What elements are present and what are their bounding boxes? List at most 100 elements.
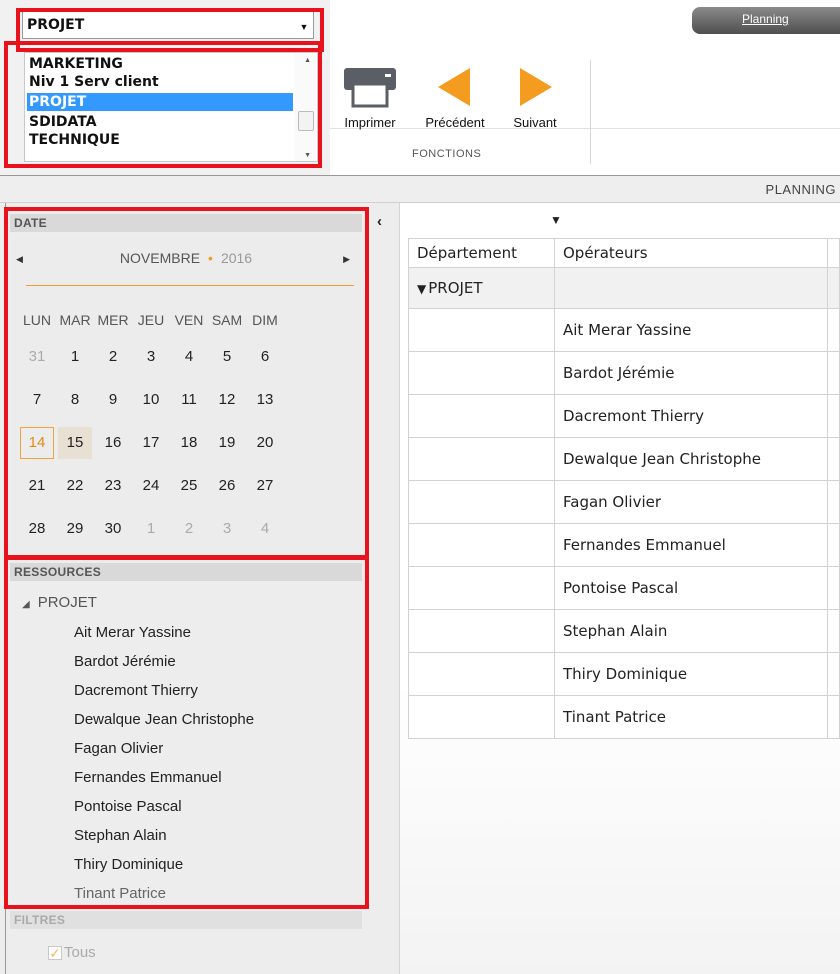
calendar-day[interactable]: 19 bbox=[210, 427, 244, 459]
sort-down-icon[interactable]: ▼ bbox=[550, 213, 562, 227]
grid-operator-cell[interactable]: Dacremont Thierry bbox=[554, 394, 828, 438]
calendar-day[interactable]: 30 bbox=[96, 513, 130, 545]
grid-operator-cell[interactable]: Fagan Olivier bbox=[554, 480, 828, 524]
grid-operator-cell[interactable]: Tinant Patrice bbox=[554, 695, 828, 739]
grid-operator-row[interactable]: Fernandes Emmanuel bbox=[408, 523, 840, 567]
calendar-day[interactable]: 3 bbox=[210, 513, 244, 545]
scrollbar-thumb[interactable] bbox=[298, 111, 314, 131]
calendar-day[interactable]: 1 bbox=[134, 513, 168, 545]
calendar-day[interactable]: 5 bbox=[210, 341, 244, 373]
grid-operator-cell[interactable]: Fernandes Emmanuel bbox=[554, 523, 828, 567]
calendar-day[interactable]: 24 bbox=[134, 470, 168, 502]
calendar-day[interactable]: 18 bbox=[172, 427, 206, 459]
calendar-day[interactable]: 7 bbox=[20, 384, 54, 416]
scroll-down-icon[interactable]: ▼ bbox=[304, 152, 311, 159]
next-button[interactable]: Suivant bbox=[502, 66, 568, 130]
calendar-divider bbox=[26, 285, 354, 286]
calendar-day[interactable]: 10 bbox=[134, 384, 168, 416]
resource-item[interactable]: Stephan Alain bbox=[74, 827, 167, 844]
next-month-icon[interactable]: ▶ bbox=[343, 254, 350, 265]
calendar-day[interactable]: 11 bbox=[172, 384, 206, 416]
department-option[interactable]: TECHNIQUE bbox=[27, 131, 293, 149]
grid-group-cell[interactable]: ▼ PROJET bbox=[408, 267, 555, 309]
grid-operator-cell[interactable]: Dewalque Jean Christophe bbox=[554, 437, 828, 481]
grid-operator-row[interactable]: Thiry Dominique bbox=[408, 652, 840, 696]
calendar-day[interactable]: 4 bbox=[172, 341, 206, 373]
department-option[interactable]: Niv 1 Serv client bbox=[27, 73, 293, 91]
grid-operator-row[interactable]: Stephan Alain bbox=[408, 609, 840, 653]
calendar-day[interactable]: 9 bbox=[96, 384, 130, 416]
grid-operator-row[interactable]: Ait Merar Yassine bbox=[408, 308, 840, 352]
resource-item[interactable]: Pontoise Pascal bbox=[74, 798, 182, 815]
weekday-label: SAM bbox=[211, 312, 243, 328]
calendar-day[interactable]: 22 bbox=[58, 470, 92, 502]
calendar-day[interactable]: 28 bbox=[20, 513, 54, 545]
previous-label: Précédent bbox=[425, 115, 485, 130]
calendar-day-selected[interactable]: 15 bbox=[58, 427, 92, 459]
calendar-day[interactable]: 16 bbox=[96, 427, 130, 459]
resource-group-projet[interactable]: ◢ PROJET bbox=[22, 594, 97, 611]
calendar-day[interactable]: 27 bbox=[248, 470, 282, 502]
grid-operator-cell[interactable]: Bardot Jérémie bbox=[554, 351, 828, 395]
calendar-day[interactable]: 8 bbox=[58, 384, 92, 416]
calendar-day[interactable]: 13 bbox=[248, 384, 282, 416]
calendar-day[interactable]: 12 bbox=[210, 384, 244, 416]
grid-operator-cell[interactable]: Stephan Alain bbox=[554, 609, 828, 653]
previous-button[interactable]: Précédent bbox=[414, 66, 496, 130]
calendar-day[interactable]: 4 bbox=[248, 513, 282, 545]
calendar-day[interactable]: 20 bbox=[248, 427, 282, 459]
calendar-day[interactable]: 31 bbox=[20, 341, 54, 373]
department-option[interactable]: SDIDATA bbox=[27, 113, 293, 131]
chevron-down-icon[interactable]: ▼ bbox=[295, 12, 313, 38]
checkbox-checked-icon[interactable]: ✓ bbox=[48, 946, 62, 960]
calendar-day-today[interactable]: 14 bbox=[20, 427, 54, 459]
department-dropdown-list[interactable]: MARKETING Niv 1 Serv client PROJET SDIDA… bbox=[24, 52, 318, 162]
department-option-selected[interactable]: PROJET bbox=[27, 93, 293, 111]
grid-operator-cell[interactable]: Ait Merar Yassine bbox=[554, 308, 828, 352]
grid-operator-row[interactable]: Bardot Jérémie bbox=[408, 351, 840, 395]
department-select[interactable]: PROJET ▼ bbox=[22, 11, 314, 39]
grid-header-row: Département Opérateurs bbox=[408, 238, 840, 268]
resource-item[interactable]: Bardot Jérémie bbox=[74, 653, 176, 670]
grid-operator-row[interactable]: Dacremont Thierry bbox=[408, 394, 840, 438]
weekday-label: LUN bbox=[22, 312, 51, 328]
print-button[interactable]: Imprimer bbox=[330, 66, 410, 130]
calendar-day[interactable]: 17 bbox=[134, 427, 168, 459]
grid-group-row[interactable]: ▼ PROJET bbox=[408, 267, 840, 309]
grid-operator-row[interactable]: Tinant Patrice bbox=[408, 695, 840, 739]
tree-caret-icon[interactable]: ◢ bbox=[22, 599, 30, 610]
calendar-day[interactable]: 1 bbox=[58, 341, 92, 373]
column-header-extra bbox=[827, 238, 840, 268]
calendar-day[interactable]: 25 bbox=[172, 470, 206, 502]
collapse-panel-icon[interactable]: ‹ bbox=[377, 213, 382, 230]
grid-operator-row[interactable]: Pontoise Pascal bbox=[408, 566, 840, 610]
resource-item[interactable]: Fernandes Emmanuel bbox=[74, 769, 222, 786]
scroll-up-icon[interactable]: ▲ bbox=[304, 57, 311, 64]
tab-planning[interactable]: Planning bbox=[692, 7, 840, 34]
resource-item[interactable]: Ait Merar Yassine bbox=[74, 624, 191, 641]
calendar-day[interactable]: 6 bbox=[248, 341, 282, 373]
calendar-day[interactable]: 23 bbox=[96, 470, 130, 502]
grid-operator-row[interactable]: Fagan Olivier bbox=[408, 480, 840, 524]
calendar-day[interactable]: 26 bbox=[210, 470, 244, 502]
grid-operator-row[interactable]: Dewalque Jean Christophe bbox=[408, 437, 840, 481]
resource-item[interactable]: Thiry Dominique bbox=[74, 856, 183, 873]
grid-operator-cell[interactable]: Pontoise Pascal bbox=[554, 566, 828, 610]
grid-operator-cell[interactable]: Thiry Dominique bbox=[554, 652, 828, 696]
resource-item[interactable]: Fagan Olivier bbox=[74, 740, 163, 757]
calendar-day[interactable]: 21 bbox=[20, 470, 54, 502]
resource-item[interactable]: Tinant Patrice bbox=[74, 885, 166, 902]
calendar-day[interactable]: 3 bbox=[134, 341, 168, 373]
resource-item[interactable]: Dewalque Jean Christophe bbox=[74, 711, 254, 728]
column-header-department[interactable]: Département bbox=[408, 238, 555, 268]
resource-item[interactable]: Dacremont Thierry bbox=[74, 682, 198, 699]
filter-all[interactable]: ✓ Tous bbox=[48, 944, 96, 961]
expand-caret-icon[interactable]: ▼ bbox=[417, 282, 426, 296]
dropdown-scrollbar[interactable]: ▲ ▼ bbox=[295, 53, 317, 161]
calendar-day[interactable]: 29 bbox=[58, 513, 92, 545]
grid-cell bbox=[827, 480, 840, 524]
calendar-day[interactable]: 2 bbox=[96, 341, 130, 373]
calendar-day[interactable]: 2 bbox=[172, 513, 206, 545]
column-header-operators[interactable]: Opérateurs bbox=[554, 238, 828, 268]
department-option[interactable]: MARKETING bbox=[27, 55, 293, 73]
